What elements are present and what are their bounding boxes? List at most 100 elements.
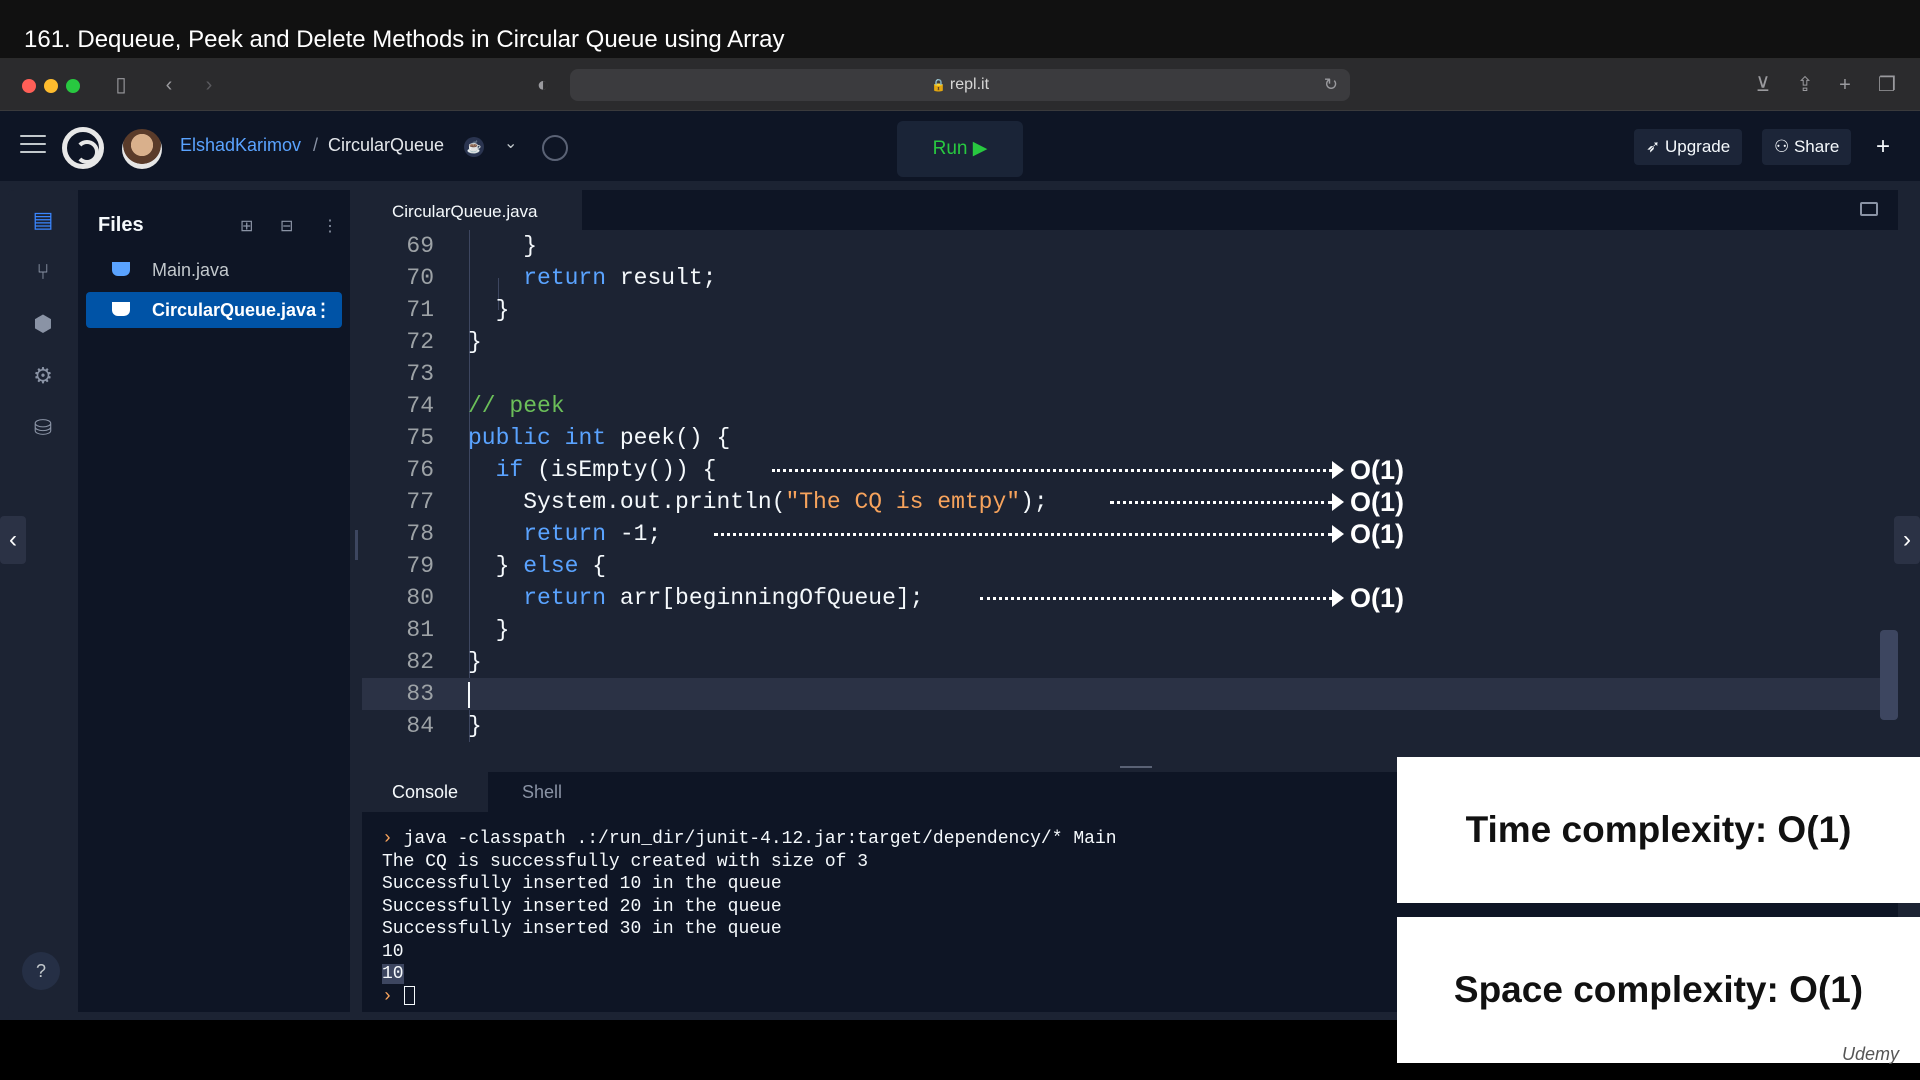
panel-resize-handle[interactable]	[355, 530, 358, 560]
line-number: 73	[406, 361, 434, 387]
help-button[interactable]: ?	[22, 952, 60, 990]
version-control-icon[interactable]: ⑂	[29, 258, 57, 286]
new-file-icon[interactable]: ⊞	[240, 216, 253, 236]
breadcrumb-user[interactable]: ElshadKarimov	[180, 135, 301, 156]
code-text: System.out.println("The CQ is emtpy");	[468, 489, 1048, 515]
plus-icon[interactable]: +	[1876, 133, 1890, 161]
java-file-icon	[112, 302, 130, 316]
tab-shell[interactable]: Shell	[492, 772, 592, 812]
dotted-arrow-line	[772, 469, 1332, 472]
files-icon[interactable]: ▤	[29, 206, 57, 234]
code-line[interactable]: 75 public int peek() {	[362, 422, 1898, 454]
code-line[interactable]: 84}	[362, 710, 1898, 742]
code-line[interactable]: 71 }	[362, 294, 1898, 326]
code-editor[interactable]: CircularQueue.java 69 } 70 return result;…	[362, 190, 1898, 760]
console-output[interactable]: › java -classpath .:/run_dir/junit-4.12.…	[382, 828, 1117, 1008]
tab-circularqueue-java[interactable]: CircularQueue.java	[362, 190, 582, 230]
next-arrow-icon[interactable]: ›	[1894, 516, 1920, 564]
reload-icon[interactable]: ↻	[1324, 69, 1338, 101]
share-button[interactable]: ⚇ Share	[1762, 129, 1852, 165]
code-text: public int peek() {	[468, 425, 731, 451]
console-line: Successfully inserted 20 in the queue	[382, 896, 782, 917]
code-text: }	[468, 617, 510, 643]
code-line[interactable]: 79 } else {	[362, 550, 1898, 582]
console-line: The CQ is successfully created with size…	[382, 851, 869, 872]
menu-icon[interactable]	[20, 135, 46, 155]
code-line[interactable]: 72}	[362, 326, 1898, 358]
history-icon[interactable]	[542, 135, 568, 161]
database-icon[interactable]: ⛁	[29, 414, 57, 442]
lock-icon: 🔒	[930, 78, 946, 92]
code-text: }	[468, 713, 482, 739]
java-language-icon: ☕	[464, 137, 484, 157]
zoom-window-button[interactable]	[66, 79, 80, 93]
upgrade-button[interactable]: ➶ Upgrade	[1634, 129, 1743, 165]
new-tab-icon[interactable]: +	[1832, 73, 1858, 97]
console-command: java -classpath .:/run_dir/junit-4.12.ja…	[403, 829, 1117, 849]
code-line[interactable]: 83	[362, 678, 1898, 710]
editor-scrollbar[interactable]	[1880, 630, 1898, 720]
tabs-icon[interactable]: ❐	[1874, 73, 1900, 97]
complexity-label: O(1)	[1350, 487, 1404, 517]
console-cursor	[403, 986, 415, 1006]
more-options-icon[interactable]: ⋮	[322, 216, 338, 236]
complexity-label: O(1)	[1350, 455, 1404, 485]
download-icon[interactable]: ⊻	[1750, 73, 1776, 97]
replit-logo[interactable]	[62, 127, 104, 169]
line-number: 74	[406, 393, 434, 419]
address-bar[interactable]: 🔒 repl.it ↻	[570, 69, 1350, 101]
code-text: return -1;	[523, 521, 662, 547]
files-title: Files	[98, 214, 144, 236]
tab-console[interactable]: Console	[362, 772, 489, 812]
code-line[interactable]: 81 }	[362, 614, 1898, 646]
run-button[interactable]: Run ▶	[897, 121, 1023, 177]
line-number: 78	[406, 521, 434, 547]
line-number: 77	[406, 489, 434, 515]
code-text: }	[468, 329, 482, 355]
udemy-watermark: Udemy	[1842, 1044, 1900, 1064]
packages-icon[interactable]: ⬢	[29, 310, 57, 338]
code-line[interactable]: 70 return result;	[362, 262, 1898, 294]
console-line: 10	[382, 941, 404, 962]
console-resize-handle[interactable]	[1120, 766, 1152, 768]
code-text: return arr[beginningOfQueue];	[523, 585, 924, 611]
sidebar-icon[interactable]: ▯	[108, 73, 134, 97]
code-line[interactable]: 82}	[362, 646, 1898, 678]
shield-icon[interactable]: ◐	[530, 73, 556, 97]
url-text: repl.it	[949, 76, 990, 93]
file-item-circularqueue-java[interactable]: CircularQueue.java ⋮	[86, 292, 342, 328]
split-view-icon[interactable]	[1860, 202, 1878, 216]
breadcrumb-project[interactable]: CircularQueue	[328, 135, 444, 156]
code-line[interactable]: 69 }	[362, 230, 1898, 262]
code-text: }	[468, 297, 510, 323]
left-rail: ▤ ⑂ ⬢ ⚙ ⛁ ?	[8, 190, 78, 1012]
rocket-icon: ➶	[1646, 137, 1665, 156]
prev-arrow-icon[interactable]: ‹	[0, 516, 26, 564]
close-window-button[interactable]	[22, 79, 36, 93]
avatar[interactable]	[122, 129, 162, 169]
code-line[interactable]: 74 // peek	[362, 390, 1898, 422]
line-number: 75	[406, 425, 434, 451]
new-folder-icon[interactable]: ⊟	[280, 216, 293, 236]
dotted-arrow-line	[1110, 501, 1332, 504]
dotted-arrow-line	[714, 533, 1332, 536]
back-icon[interactable]: ‹	[156, 73, 182, 97]
console-line: Successfully inserted 10 in the queue	[382, 874, 782, 894]
minimize-window-button[interactable]	[44, 79, 58, 93]
chevron-down-icon[interactable]: ⌄	[504, 133, 517, 153]
console-line: 10	[382, 964, 404, 984]
share-icon[interactable]: ⇪	[1792, 73, 1818, 97]
line-number: 80	[406, 585, 434, 611]
arrow-head-icon	[1332, 461, 1344, 479]
prompt-symbol: ›	[382, 986, 393, 1007]
file-item-main-java[interactable]: Main.java	[86, 252, 342, 288]
forward-icon[interactable]: ›	[196, 73, 222, 97]
line-number: 79	[406, 553, 434, 579]
line-number: 84	[406, 713, 434, 739]
complexity-label: O(1)	[1350, 583, 1404, 613]
line-number: 82	[406, 649, 434, 675]
file-menu-icon[interactable]: ⋮	[314, 292, 332, 328]
add-user-icon: ⚇	[1774, 137, 1794, 156]
code-line[interactable]: 73	[362, 358, 1898, 390]
settings-icon[interactable]: ⚙	[29, 362, 57, 390]
